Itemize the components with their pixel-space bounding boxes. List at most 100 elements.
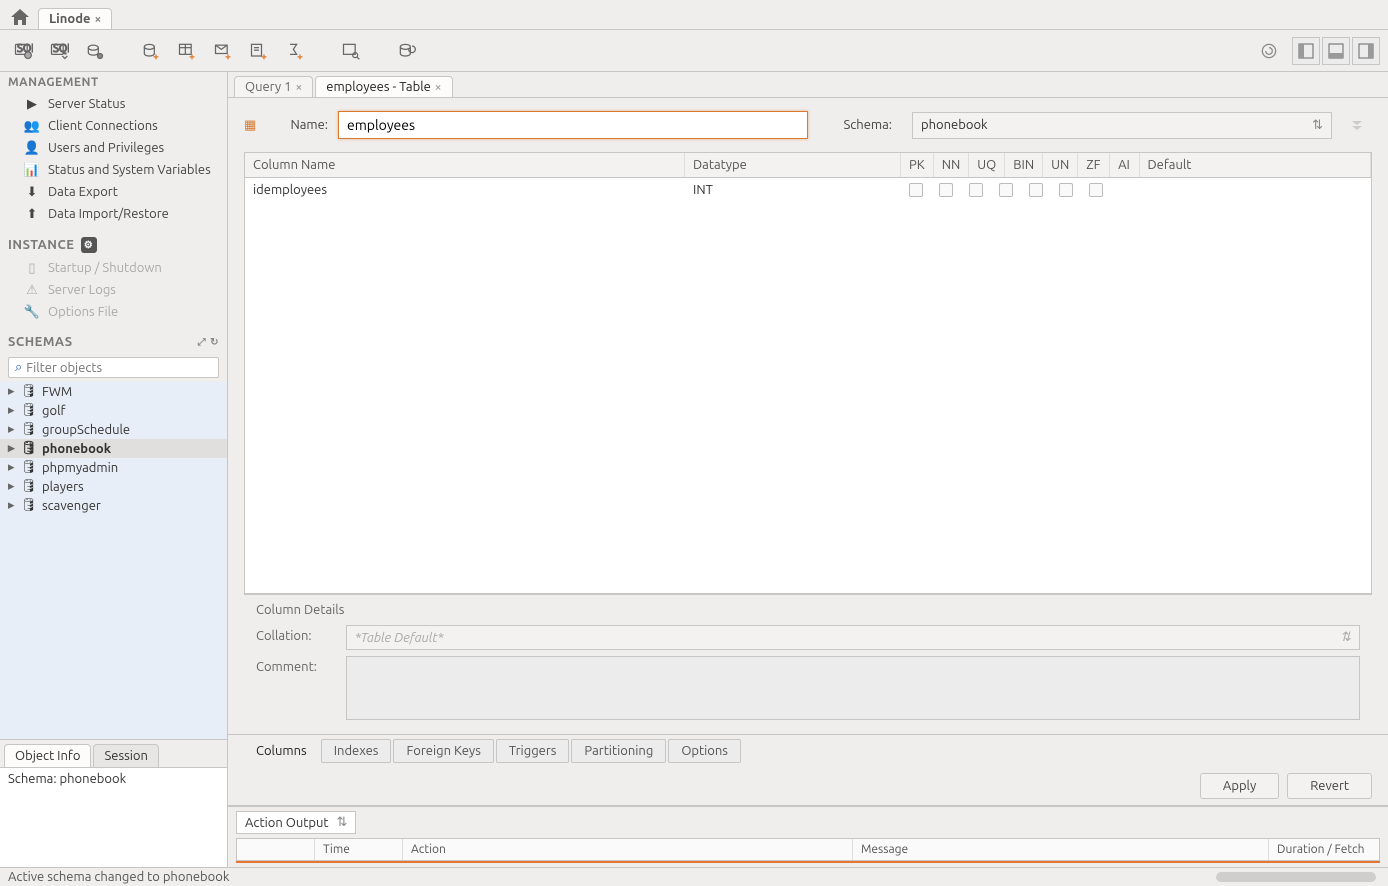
- panel-right-icon[interactable]: [1352, 37, 1380, 65]
- output-header-blank: [237, 839, 315, 860]
- ai-checkbox[interactable]: [1089, 183, 1103, 197]
- database-icon: 🛢: [22, 423, 36, 437]
- expand-icon[interactable]: ⤢: [198, 336, 207, 348]
- sidebar-item-data-import[interactable]: ⬆Data Import/Restore: [0, 203, 227, 225]
- uq-checkbox[interactable]: [969, 183, 983, 197]
- output-header-message[interactable]: Message: [853, 839, 1269, 860]
- object-info-panel: Schema: phonebook: [0, 767, 227, 867]
- collation-select[interactable]: *Table Default* ⇅: [346, 625, 1360, 650]
- tab-indexes[interactable]: Indexes: [321, 739, 392, 763]
- output-type-select[interactable]: Action Output ⇅: [236, 811, 356, 834]
- new-view-icon[interactable]: [208, 36, 238, 66]
- chevron-right-icon: ▸: [8, 441, 16, 456]
- refresh-icon[interactable]: ↻: [210, 336, 219, 348]
- reconnect-icon[interactable]: [392, 36, 422, 66]
- col-header-nn[interactable]: NN: [934, 153, 970, 177]
- sidebar-item-status-vars[interactable]: 📊Status and System Variables: [0, 159, 227, 181]
- new-procedure-icon[interactable]: [244, 36, 274, 66]
- comment-textarea[interactable]: [346, 656, 1360, 720]
- inspector-icon[interactable]: [80, 36, 110, 66]
- schema-scavenger[interactable]: ▸🛢scavenger: [0, 496, 227, 515]
- variables-icon: 📊: [24, 162, 40, 178]
- tab-columns[interactable]: Columns: [244, 739, 319, 763]
- chevron-right-icon: ▸: [8, 384, 16, 399]
- col-header-bin[interactable]: BIN: [1005, 153, 1043, 177]
- output-header-duration[interactable]: Duration / Fetch: [1269, 839, 1379, 860]
- new-function-icon[interactable]: [280, 36, 310, 66]
- col-header-un[interactable]: UN: [1043, 153, 1078, 177]
- open-sql-icon[interactable]: SQL: [44, 36, 74, 66]
- sidebar-item-client-connections[interactable]: 👥Client Connections: [0, 115, 227, 137]
- table-name-input[interactable]: [338, 111, 808, 139]
- un-checkbox[interactable]: [1029, 183, 1043, 197]
- instance-settings-icon[interactable]: ⚙: [81, 237, 97, 253]
- schema-select[interactable]: phonebook ⇅: [912, 112, 1332, 139]
- filter-objects-input[interactable]: ⌕: [8, 357, 219, 378]
- new-table-icon[interactable]: [172, 36, 202, 66]
- revert-button[interactable]: Revert: [1287, 773, 1372, 799]
- svg-text:SQL: SQL: [53, 42, 69, 54]
- new-sql-tab-icon[interactable]: SQL: [8, 36, 38, 66]
- col-header-ai[interactable]: AI: [1110, 153, 1140, 177]
- object-info-tab[interactable]: Object Info: [4, 744, 91, 767]
- home-icon[interactable]: [8, 7, 32, 29]
- col-header-name[interactable]: Column Name: [245, 153, 685, 177]
- database-icon: 🛢: [22, 480, 36, 494]
- database-icon: 🛢: [22, 404, 36, 418]
- col-header-zf[interactable]: ZF: [1078, 153, 1109, 177]
- power-icon: ▯: [24, 260, 40, 276]
- sidebar-item-users[interactable]: 👤Users and Privileges: [0, 137, 227, 159]
- apply-button[interactable]: Apply: [1200, 773, 1279, 799]
- sidebar-item-server-status[interactable]: ▶Server Status: [0, 93, 227, 115]
- tab-query1[interactable]: Query 1×: [234, 76, 313, 97]
- col-header-uq[interactable]: UQ: [969, 153, 1005, 177]
- panel-bottom-icon[interactable]: [1322, 37, 1350, 65]
- expand-details-icon[interactable]: [1342, 110, 1372, 140]
- col-header-type[interactable]: Datatype: [685, 153, 901, 177]
- warning-icon: ⚠: [24, 282, 40, 298]
- session-tab[interactable]: Session: [93, 744, 158, 767]
- zf-checkbox[interactable]: [1059, 183, 1073, 197]
- sidebar-item-startup[interactable]: ▯Startup / Shutdown: [0, 257, 227, 279]
- nn-checkbox[interactable]: [939, 183, 953, 197]
- tab-employees-table[interactable]: employees - Table×: [315, 76, 452, 97]
- new-schema-icon[interactable]: [136, 36, 166, 66]
- update-icon[interactable]: [1254, 36, 1284, 66]
- schema-fwm[interactable]: ▸🛢FWM: [0, 382, 227, 401]
- schema-players[interactable]: ▸🛢players: [0, 477, 227, 496]
- panel-left-icon[interactable]: [1292, 37, 1320, 65]
- close-icon[interactable]: ×: [94, 13, 101, 26]
- sidebar-item-options-file[interactable]: 🔧Options File: [0, 301, 227, 323]
- output-header-action[interactable]: Action: [403, 839, 853, 860]
- play-icon: ▶: [24, 96, 40, 112]
- horizontal-scrollbar[interactable]: [1216, 872, 1376, 882]
- tab-foreign-keys[interactable]: Foreign Keys: [393, 739, 493, 763]
- chevron-right-icon: ▸: [8, 403, 16, 418]
- connection-tab[interactable]: Linode ×: [38, 8, 112, 29]
- sidebar-item-server-logs[interactable]: ⚠Server Logs: [0, 279, 227, 301]
- close-icon[interactable]: ×: [435, 81, 442, 94]
- bin-checkbox[interactable]: [999, 183, 1013, 197]
- connections-icon: 👥: [24, 118, 40, 134]
- pk-checkbox[interactable]: [909, 183, 923, 197]
- tab-triggers[interactable]: Triggers: [496, 739, 570, 763]
- col-header-default[interactable]: Default: [1140, 153, 1372, 177]
- schema-groupschedule[interactable]: ▸🛢groupSchedule: [0, 420, 227, 439]
- close-icon[interactable]: ×: [295, 81, 302, 94]
- search-table-icon[interactable]: [336, 36, 366, 66]
- tab-options[interactable]: Options: [668, 739, 741, 763]
- output-header-time[interactable]: Time: [315, 839, 403, 860]
- database-icon: 🛢: [22, 385, 36, 399]
- management-header: MANAGEMENT: [0, 72, 227, 93]
- schema-label: Schema:: [828, 118, 892, 132]
- sidebar-item-data-export[interactable]: ⬇Data Export: [0, 181, 227, 203]
- column-row[interactable]: idemployees INT: [245, 178, 1371, 205]
- schema-phonebook[interactable]: ▸🛢phonebook: [0, 439, 227, 458]
- tab-partitioning[interactable]: Partitioning: [571, 739, 666, 763]
- schema-golf[interactable]: ▸🛢golf: [0, 401, 227, 420]
- schema-phpmyadmin[interactable]: ▸🛢phpmyadmin: [0, 458, 227, 477]
- connection-tab-label: Linode: [49, 12, 90, 26]
- search-icon: ⌕: [15, 360, 22, 375]
- col-header-pk[interactable]: PK: [901, 153, 934, 177]
- status-text: Active schema changed to phonebook: [8, 870, 229, 884]
